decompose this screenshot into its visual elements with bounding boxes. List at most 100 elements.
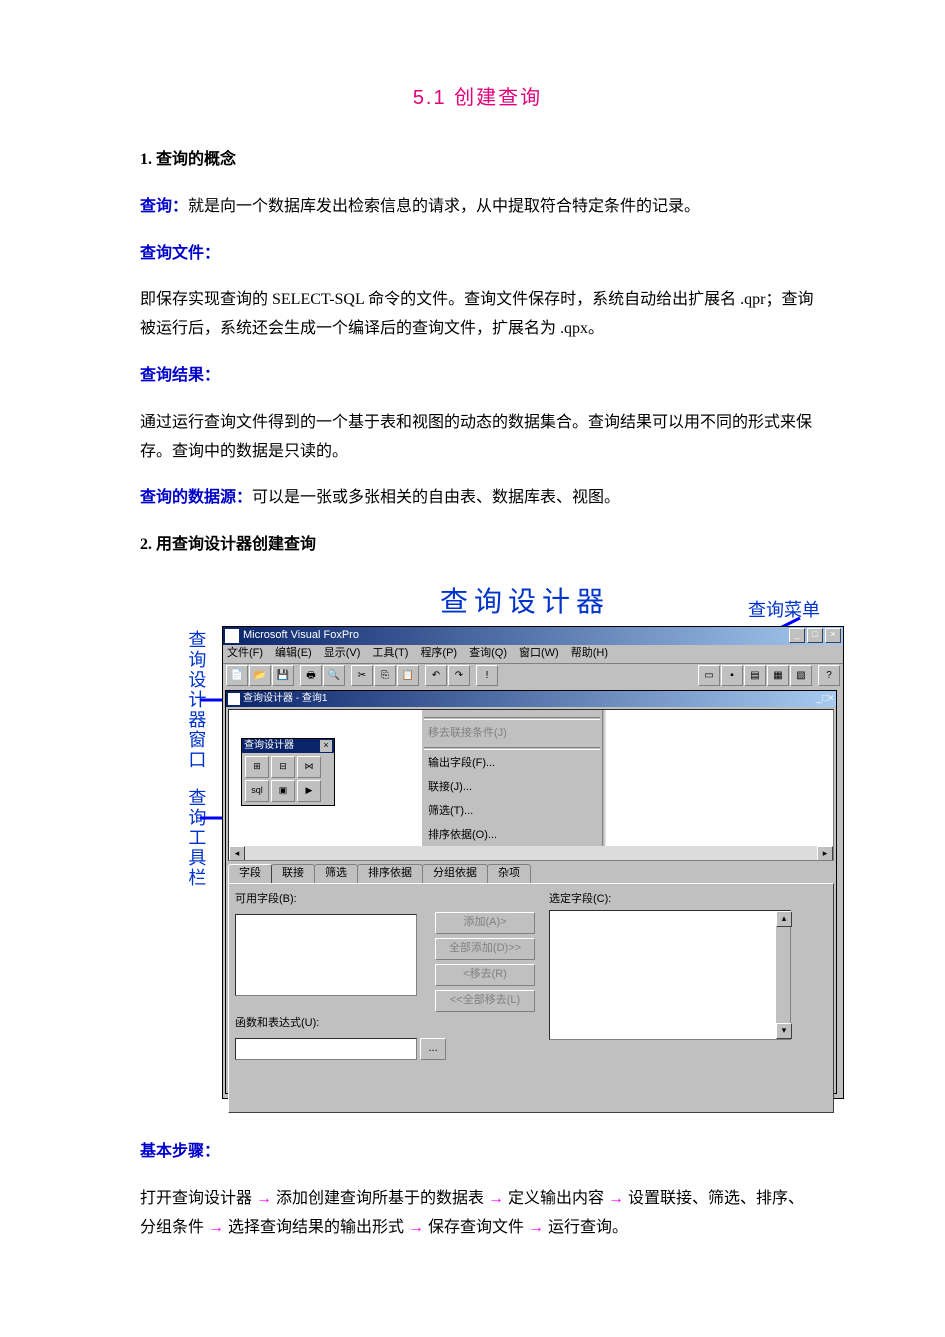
inner-close-button[interactable]: × xyxy=(828,690,834,708)
foxpro-window: Microsoft Visual FoxPro _ □ × 文件(F) 编辑(E… xyxy=(222,626,844,1099)
tab-filter[interactable]: 筛选 xyxy=(314,864,358,883)
new-icon[interactable]: 📄 xyxy=(226,665,248,686)
menu-program[interactable]: 程序(P) xyxy=(420,644,457,664)
page-title: 5.1 创建查询 xyxy=(140,80,815,116)
text-queryfile: 即保存实现查询的 SELECT-SQL 命令的文件。查询文件保存时，系统自动给出… xyxy=(140,286,815,344)
close-button[interactable]: × xyxy=(825,628,841,643)
menu-output-fields[interactable]: 输出字段(F)... xyxy=(422,752,602,776)
menu-view[interactable]: 显示(V) xyxy=(324,644,361,664)
add-all-button[interactable]: 全部添加(D)>> xyxy=(435,938,535,960)
step-3: 定义输出内容 xyxy=(508,1190,604,1207)
designer-titlebar[interactable]: 查询设计器 - 查询1 _ □ × xyxy=(226,691,836,707)
maximize-pane-icon[interactable]: ▣ xyxy=(271,780,295,802)
scroll-up-icon[interactable]: ▴ xyxy=(776,911,792,927)
arrow-icon: → xyxy=(256,1190,272,1207)
titlebar[interactable]: Microsoft Visual FoxPro _ □ × xyxy=(223,627,843,645)
tab-misc[interactable]: 杂项 xyxy=(487,864,531,883)
scroll-left-icon[interactable]: ◂ xyxy=(229,846,245,861)
menu-file[interactable]: 文件(F) xyxy=(227,644,263,664)
tab-group[interactable]: 分组依据 xyxy=(422,864,488,883)
arrow-icon: → xyxy=(408,1219,424,1236)
class-icon[interactable]: ▧ xyxy=(790,665,812,686)
preview-icon[interactable]: 🔍 xyxy=(323,665,345,686)
annotation-toolbar: 查询工具栏 xyxy=(180,788,212,888)
sql-icon[interactable]: sql xyxy=(245,780,269,802)
maximize-button[interactable]: □ xyxy=(807,628,823,643)
label-querysrc: 查询的数据源： xyxy=(140,489,252,506)
help-icon[interactable]: ? xyxy=(818,665,840,686)
paste-icon[interactable]: 📋 xyxy=(397,665,419,686)
function-expr-combo[interactable] xyxy=(235,1038,417,1060)
label-queryresult: 查询结果： xyxy=(140,362,815,391)
menu-help[interactable]: 帮助(H) xyxy=(571,644,608,664)
tab-order[interactable]: 排序依据 xyxy=(357,864,423,883)
menubar[interactable]: 文件(F) 编辑(E) 显示(V) 工具(T) 程序(P) 查询(Q) 窗口(W… xyxy=(223,645,843,663)
minimize-button[interactable]: _ xyxy=(789,628,805,643)
remove-all-button[interactable]: <<全部移去(L) xyxy=(435,990,535,1012)
menu-join[interactable]: 联接(J)... xyxy=(422,776,602,800)
save-icon[interactable]: 💾 xyxy=(272,665,294,686)
add-table-icon[interactable]: ⊞ xyxy=(245,756,269,778)
print-icon[interactable]: 🖶 xyxy=(300,665,322,686)
scroll-track[interactable] xyxy=(245,846,817,860)
query-menu-dropdown[interactable]: 添加表(A)... 移去表(R) 移去联接条件(J) 输出字段(F)... 联接… xyxy=(421,709,603,861)
remove-button[interactable]: <移去(R) xyxy=(435,964,535,986)
form-icon[interactable]: ▪ xyxy=(721,665,743,686)
menu-tools[interactable]: 工具(T) xyxy=(372,644,408,664)
db-icon[interactable]: ▭ xyxy=(698,665,720,686)
toolbar-close-icon[interactable]: × xyxy=(320,740,332,752)
main-toolbar: 📄 📂 💾 🖶 🔍 ✂ ⎘ 📋 ↶ ↷ ! ▭ ▪ ▤ ▦ xyxy=(223,663,843,688)
table-pane[interactable]: 查询设计器 × ⊞ ⊟ ⋈ sql ▣ ▶ xyxy=(228,709,834,861)
open-icon[interactable]: 📂 xyxy=(249,665,271,686)
report-icon[interactable]: ▤ xyxy=(744,665,766,686)
vertical-scrollbar[interactable]: ▴ ▾ xyxy=(776,911,790,1039)
arrow-icon: → xyxy=(528,1219,544,1236)
expression-builder-button[interactable]: ... xyxy=(420,1038,446,1060)
menu-order-by[interactable]: 排序依据(O)... xyxy=(422,824,602,848)
remove-table-icon[interactable]: ⊟ xyxy=(271,756,295,778)
menu-window[interactable]: 窗口(W) xyxy=(519,644,559,664)
function-expr-label: 函数和表达式(U): xyxy=(235,1014,446,1034)
output-icon[interactable]: ▶ xyxy=(297,780,321,802)
join-icon[interactable]: ⋈ xyxy=(297,756,321,778)
section1-heading: 1. 查询的概念 xyxy=(140,146,815,175)
horizontal-scrollbar[interactable]: ◂ ▸ xyxy=(229,846,833,860)
designer-toolbar-title[interactable]: 查询设计器 × xyxy=(242,739,334,753)
client-area: 查询设计器 - 查询1 _ □ × 查询设计器 × xyxy=(223,688,843,1098)
add-button[interactable]: 添加(A)> xyxy=(435,912,535,934)
redo-icon[interactable]: ↷ xyxy=(448,665,470,686)
cut-icon[interactable]: ✂ xyxy=(351,665,373,686)
arrow-icon: → xyxy=(608,1190,624,1207)
figure-query-designer: 查询设计器 查询菜单 查询设计器窗口 查询工具栏 Microsoft Visua… xyxy=(180,578,860,1108)
available-fields-list[interactable] xyxy=(235,914,417,996)
transfer-buttons: 添加(A)> 全部添加(D)>> <移去(R) <<全部移去(L) xyxy=(435,912,535,1012)
label-icon[interactable]: ▦ xyxy=(767,665,789,686)
menu-remove-join: 移去联接条件(J) xyxy=(422,722,602,746)
scroll-right-icon[interactable]: ▸ xyxy=(817,846,833,861)
available-fields-label: 可用字段(B): xyxy=(235,890,827,910)
steps-paragraph: 打开查询设计器 → 添加创建查询所基于的数据表 → 定义输出内容 → 设置联接、… xyxy=(140,1185,815,1243)
run-icon[interactable]: ! xyxy=(476,665,498,686)
query-designer-window[interactable]: 查询设计器 - 查询1 _ □ × 查询设计器 × xyxy=(225,690,837,1094)
designer-toolbar-title-text: 查询设计器 xyxy=(244,737,294,755)
text-query: 就是向一个数据库发出检索信息的请求，从中提取符合特定条件的记录。 xyxy=(188,198,700,215)
step-7: 运行查询。 xyxy=(548,1219,628,1236)
tab-join[interactable]: 联接 xyxy=(271,864,315,883)
menu-edit[interactable]: 编辑(E) xyxy=(275,644,312,664)
selected-fields-list[interactable]: ▴ ▾ xyxy=(549,910,791,1040)
copy-icon[interactable]: ⎘ xyxy=(374,665,396,686)
scroll-down-icon[interactable]: ▾ xyxy=(776,1023,792,1039)
menu-filter[interactable]: 筛选(T)... xyxy=(422,800,602,824)
designer-toolbar[interactable]: 查询设计器 × ⊞ ⊟ ⋈ sql ▣ ▶ xyxy=(241,738,335,806)
menu-query[interactable]: 查询(Q) xyxy=(469,644,507,664)
undo-icon[interactable]: ↶ xyxy=(425,665,447,686)
step-1: 打开查询设计器 xyxy=(140,1190,252,1207)
app-icon xyxy=(225,629,239,643)
document-page: 5.1 创建查询 1. 查询的概念 查询：就是向一个数据库发出检索信息的请求，从… xyxy=(0,0,945,1337)
arrow-icon: → xyxy=(208,1219,224,1236)
menu-remove-table: 移去表(R) xyxy=(422,709,602,715)
window-title: Microsoft Visual FoxPro xyxy=(243,626,789,646)
step-5: 选择查询结果的输出形式 xyxy=(228,1219,404,1236)
tab-fields[interactable]: 字段 xyxy=(228,864,272,883)
designer-title: 查询设计器 - 查询1 xyxy=(243,690,817,708)
